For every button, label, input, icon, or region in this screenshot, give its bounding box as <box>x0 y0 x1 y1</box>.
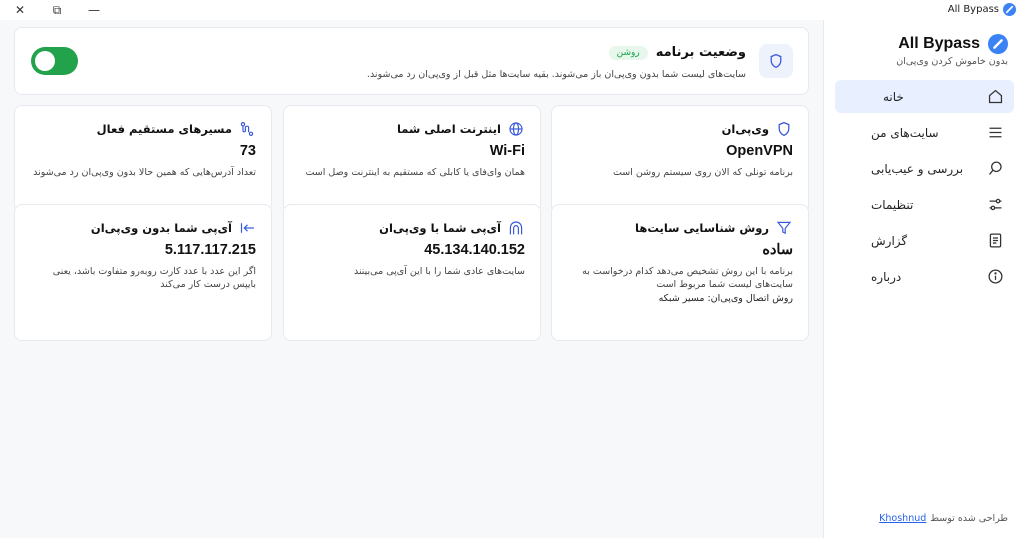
direct-ip-card-value: 5.117.117.215 <box>164 242 256 258</box>
internet-card-header: اینترنت اصلی شما <box>397 120 525 138</box>
arrow-left-bar-icon <box>238 219 256 237</box>
sidebar-item-label: خانه <box>883 89 904 104</box>
app-toggle-switch[interactable] <box>31 47 78 75</box>
sidebar-item-report[interactable]: گزارش <box>835 224 1014 257</box>
sidebar-item-label: گزارش <box>871 233 908 248</box>
main-content: وضعیت برنامه روشن سایت‌های لیست شما بدون… <box>0 20 822 538</box>
direct-ip-card-description: اگر این عدد با عدد کارت روبه‌رو متفاوت ب… <box>52 266 256 290</box>
sidebar-item-label: درباره <box>871 269 902 284</box>
minimize-icon: — <box>88 3 100 17</box>
filter-icon <box>775 219 793 237</box>
brand-subtitle: بدون خاموش کردن وی‌پی‌ان <box>896 56 1008 67</box>
sidebar-item-label: سایت‌های من <box>871 125 939 140</box>
shield-icon <box>775 120 793 138</box>
routes-card-header: مسیرهای مستقیم فعال <box>97 120 256 138</box>
sidebar-item-my-sites[interactable]: سایت‌های من <box>835 116 1014 149</box>
status-heading: وضعیت برنامه روشن <box>608 45 746 60</box>
search-icon <box>986 160 1004 178</box>
routes-card-title: مسیرهای مستقیم فعال <box>96 122 232 136</box>
credits: طراحی شده توسط Khoshnud <box>879 513 1008 524</box>
vpn-card-value: OpenVPN <box>726 143 793 159</box>
routes-card-description: تعداد آدرس‌هایی که همین حالا بدون وی‌پی‌… <box>33 167 256 178</box>
route-icon <box>238 120 256 138</box>
brand-logo-icon <box>988 34 1008 54</box>
sidebar-item-diagnostics[interactable]: بررسی و عیب‌یابی <box>835 152 1014 185</box>
detection-card-title: روش شناسایی سایت‌ها <box>635 221 769 235</box>
vpn-card: وی‌پی‌ان OpenVPN برنامه تونلی که الان رو… <box>551 105 809 213</box>
direct-ip-card: آی‌پی شما بدون وی‌پی‌ان 5.117.117.215 اگ… <box>14 204 272 341</box>
info-icon <box>986 268 1004 286</box>
document-icon <box>986 232 1004 250</box>
vpn-ip-card: آی‌پی شما با وی‌پی‌ان 45.134.140.152 سای… <box>283 204 541 341</box>
close-icon: ✕ <box>14 3 26 17</box>
detection-card-header: روش شناسایی سایت‌ها <box>635 219 793 237</box>
sidebar-item-home[interactable]: خانه <box>835 80 1014 113</box>
sliders-icon <box>986 196 1004 214</box>
restore-icon: ⧉ <box>52 2 62 17</box>
vpn-card-title: وی‌پی‌ان <box>721 122 769 136</box>
shield-icon <box>759 44 793 78</box>
toggle-knob <box>35 51 55 71</box>
status-description: سایت‌های لیست شما بدون وی‌پی‌ان باز می‌ش… <box>366 69 746 80</box>
title-bar: ✕ ⧉ — All Bypass <box>0 0 1024 20</box>
detection-card-value: ساده <box>762 242 793 258</box>
sidebar-item-label: تنظیمات <box>871 197 914 212</box>
status-card: وضعیت برنامه روشن سایت‌های لیست شما بدون… <box>14 27 809 95</box>
window-title: All Bypass <box>948 3 1016 16</box>
vpn-connection-method: روش اتصال وی‌پی‌ان: مسیر شبکه <box>658 293 793 304</box>
routes-card-value: 73 <box>239 143 256 159</box>
detection-card: روش شناسایی سایت‌ها ساده برنامه با این ر… <box>551 204 809 341</box>
close-button[interactable]: ✕ <box>2 0 38 20</box>
home-icon <box>986 88 1004 106</box>
vpn-card-header: وی‌پی‌ان <box>722 120 793 138</box>
minimize-button[interactable]: — <box>76 0 112 20</box>
credits-text: طراحی شده توسط <box>930 513 1008 524</box>
sidebar: All Bypass بدون خاموش کردن وی‌پی‌ان خانه… <box>823 20 1024 538</box>
detection-card-description: برنامه با این روش تشخیص می‌دهد کدام درخو… <box>582 266 793 290</box>
sidebar-item-about[interactable]: درباره <box>835 260 1014 293</box>
window-title-text: All Bypass <box>947 4 999 15</box>
vpn-card-description: برنامه تونلی که الان روی سیستم روشن است <box>612 167 793 178</box>
vpn-ip-card-title: آی‌پی شما با وی‌پی‌ان <box>379 221 501 235</box>
app-logo-icon <box>1003 3 1016 16</box>
direct-ip-card-title: آی‌پی شما بدون وی‌پی‌ان <box>90 221 232 235</box>
routes-card: مسیرهای مستقیم فعال 73 تعداد آدرس‌هایی ک… <box>14 105 272 213</box>
tunnel-icon <box>507 219 525 237</box>
vpn-ip-card-value: 45.134.140.152 <box>424 242 525 258</box>
internet-card: اینترنت اصلی شما Wi-Fi همان وای‌فای یا ک… <box>283 105 541 213</box>
direct-ip-card-header: آی‌پی شما بدون وی‌پی‌ان <box>91 219 256 237</box>
author-link[interactable]: Khoshnud <box>879 513 926 524</box>
sidebar-item-label: بررسی و عیب‌یابی <box>871 161 964 176</box>
vpn-ip-card-description: سایت‌های عادی شما را با این آی‌پی می‌بین… <box>353 266 525 277</box>
restore-button[interactable]: ⧉ <box>39 0 75 20</box>
internet-card-title: اینترنت اصلی شما <box>396 122 501 136</box>
list-icon <box>986 124 1004 142</box>
status-badge: روشن <box>608 45 648 60</box>
internet-card-description: همان وای‌فای یا کابلی که مستقیم به اینتر… <box>305 167 525 178</box>
sidebar-item-settings[interactable]: تنظیمات <box>835 188 1014 221</box>
brand: All Bypass <box>834 34 1008 54</box>
internet-card-value: Wi-Fi <box>489 143 525 159</box>
sidebar-nav: خانه سایت‌های من بررسی و عیب‌یابی تنظیما… <box>835 80 1014 296</box>
globe-icon <box>507 120 525 138</box>
brand-name: All Bypass <box>898 35 980 52</box>
vpn-ip-card-header: آی‌پی شما با وی‌پی‌ان <box>379 219 525 237</box>
status-title: وضعیت برنامه <box>655 45 746 60</box>
